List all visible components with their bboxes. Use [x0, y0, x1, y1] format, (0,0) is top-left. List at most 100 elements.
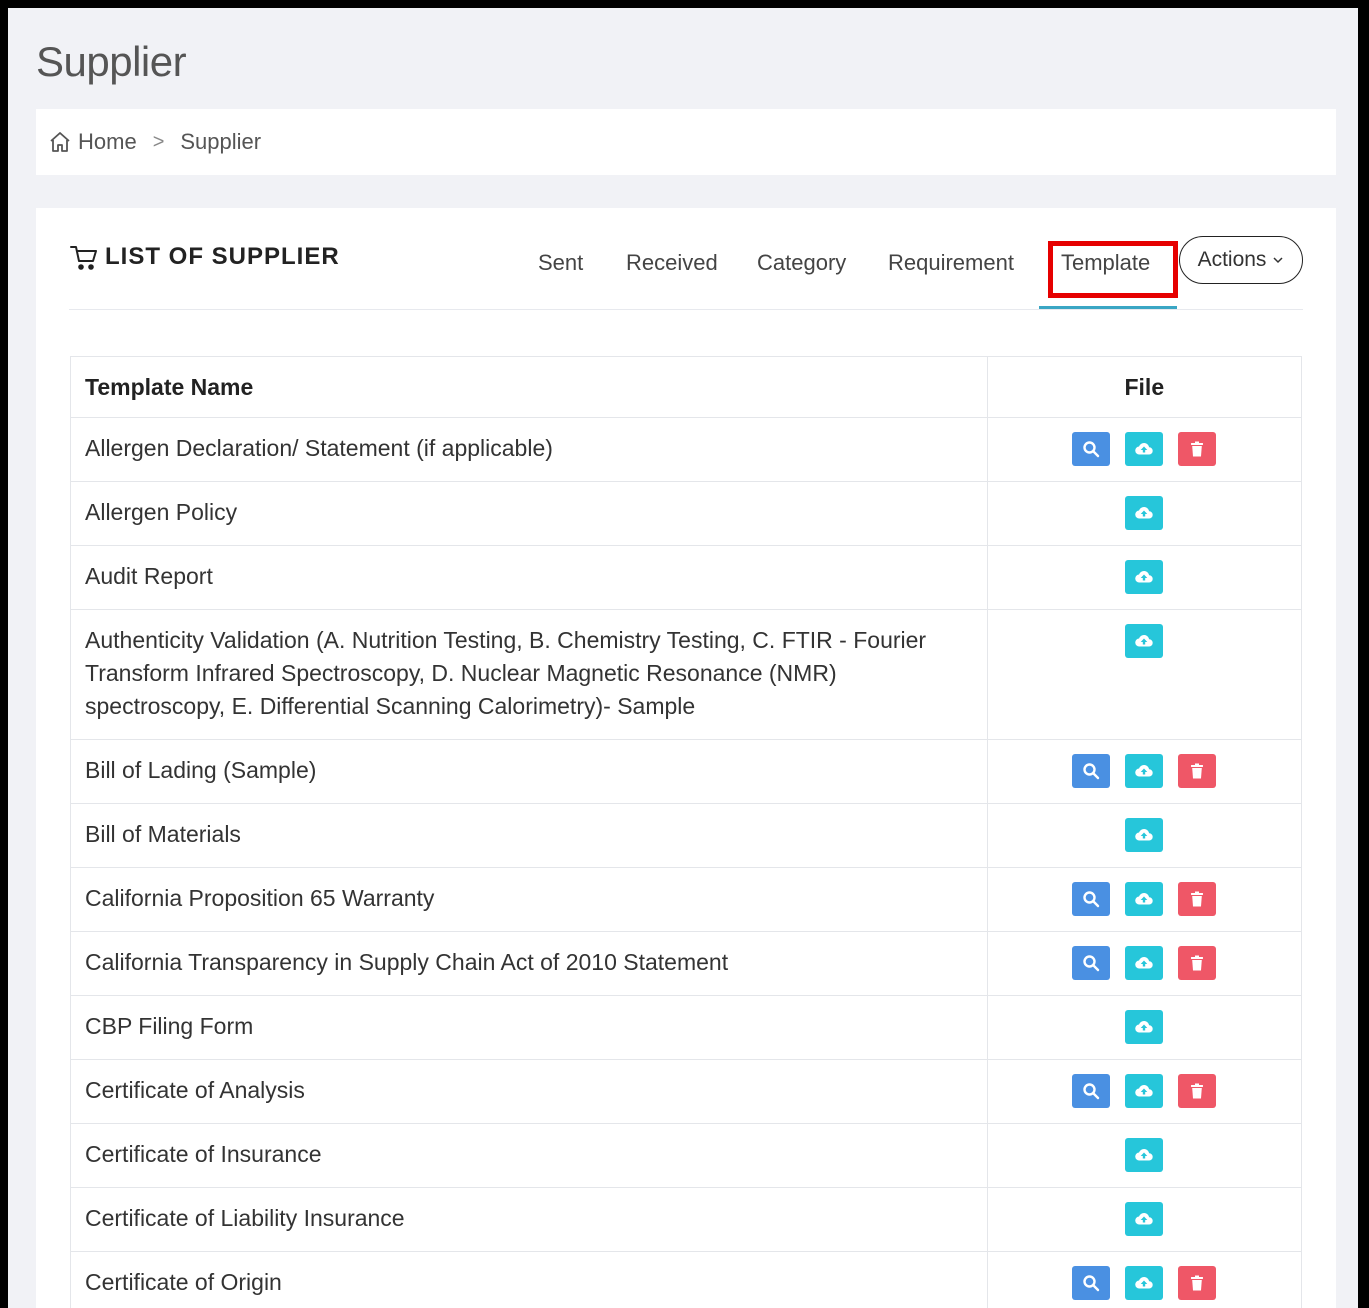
delete-button[interactable] [1178, 882, 1217, 916]
tab-received[interactable]: Received [626, 250, 718, 276]
table-row: Audit Report [70, 545, 1303, 610]
template-name-cell: Certificate of Liability Insurance [70, 1187, 988, 1252]
cloud-upload-icon [1134, 761, 1154, 781]
supplier-card: LIST OF SUPPLIER Sent Received Category … [36, 208, 1336, 1308]
upload-button[interactable] [1125, 1074, 1164, 1108]
file-actions-cell [986, 1251, 1303, 1308]
template-table: Template Name File Allergen Declaration/… [70, 356, 1303, 1308]
trash-icon [1187, 1081, 1207, 1101]
view-button[interactable] [1072, 432, 1111, 466]
cloud-upload-icon [1134, 631, 1154, 651]
table-row: Allergen Declaration/ Statement (if appl… [70, 417, 1303, 482]
cloud-upload-icon [1134, 1273, 1154, 1293]
template-name-cell: California Transparency in Supply Chain … [70, 931, 988, 996]
upload-button[interactable] [1125, 560, 1164, 594]
cloud-upload-icon [1134, 1081, 1154, 1101]
breadcrumb-home-link[interactable]: Home [78, 129, 137, 155]
view-button[interactable] [1072, 1074, 1111, 1108]
column-header-template-name: Template Name [70, 356, 988, 418]
file-button-group [1072, 946, 1217, 980]
trash-icon [1187, 439, 1207, 459]
template-name-cell: Audit Report [70, 545, 988, 610]
file-actions-cell [986, 931, 1303, 996]
template-name-cell: Certificate of Origin [70, 1251, 988, 1308]
card-title: LIST OF SUPPLIER [69, 242, 340, 272]
table-header-row: Template Name File [70, 356, 1303, 418]
trash-icon [1187, 889, 1207, 909]
upload-button[interactable] [1125, 754, 1164, 788]
upload-button[interactable] [1125, 432, 1164, 466]
table-row: Authenticity Validation (A. Nutrition Te… [70, 609, 1303, 740]
trash-icon [1187, 953, 1207, 973]
upload-button[interactable] [1125, 818, 1164, 852]
file-actions-cell [986, 1059, 1303, 1124]
table-row: California Transparency in Supply Chain … [70, 931, 1303, 996]
file-actions-cell [986, 545, 1303, 610]
table-row: Allergen Policy [70, 481, 1303, 546]
upload-button[interactable] [1125, 882, 1164, 916]
delete-button[interactable] [1178, 432, 1217, 466]
tab-sent[interactable]: Sent [538, 250, 583, 276]
tab-requirement[interactable]: Requirement [888, 250, 1014, 276]
upload-button[interactable] [1125, 946, 1164, 980]
search-icon [1081, 761, 1101, 781]
delete-button[interactable] [1178, 1074, 1217, 1108]
file-button-group [1072, 432, 1217, 466]
active-tab-indicator [1039, 306, 1177, 309]
upload-button[interactable] [1125, 1138, 1164, 1172]
template-name-cell: Certificate of Analysis [70, 1059, 988, 1124]
table-body: Allergen Declaration/ Statement (if appl… [70, 417, 1303, 1308]
table-row: California Proposition 65 Warranty [70, 867, 1303, 932]
delete-button[interactable] [1178, 754, 1217, 788]
table-row: Certificate of Origin [70, 1251, 1303, 1308]
view-button[interactable] [1072, 946, 1111, 980]
card-header: LIST OF SUPPLIER Sent Received Category … [69, 208, 1303, 310]
template-name-cell: Authenticity Validation (A. Nutrition Te… [70, 609, 988, 740]
cloud-upload-icon [1134, 439, 1154, 459]
cloud-upload-icon [1134, 503, 1154, 523]
template-name-cell: Allergen Policy [70, 481, 988, 546]
upload-button[interactable] [1125, 1266, 1164, 1300]
file-actions-cell [986, 995, 1303, 1060]
table-row: Certificate of Insurance [70, 1123, 1303, 1188]
delete-button[interactable] [1178, 946, 1217, 980]
tab-category[interactable]: Category [757, 250, 846, 276]
upload-button[interactable] [1125, 624, 1164, 658]
view-button[interactable] [1072, 1266, 1111, 1300]
view-button[interactable] [1072, 882, 1111, 916]
file-button-group [1125, 818, 1164, 852]
breadcrumb: Home > Supplier [36, 109, 1336, 175]
upload-button[interactable] [1125, 496, 1164, 530]
breadcrumb-current: Supplier [180, 129, 262, 154]
file-button-group [1072, 1074, 1217, 1108]
file-actions-cell [986, 1187, 1303, 1252]
cloud-upload-icon [1134, 1209, 1154, 1229]
upload-button[interactable] [1125, 1010, 1164, 1044]
cart-icon [69, 242, 99, 272]
file-button-group [1072, 882, 1217, 916]
table-row: Bill of Materials [70, 803, 1303, 868]
file-actions-cell [986, 867, 1303, 932]
template-name-cell: Allergen Declaration/ Statement (if appl… [70, 417, 988, 482]
chevron-down-icon [1272, 248, 1284, 272]
file-button-group [1125, 1138, 1164, 1172]
file-actions-cell [986, 481, 1303, 546]
upload-button[interactable] [1125, 1202, 1164, 1236]
app-frame: Supplier Home > Supplier LIST OF SUPPLIE… [8, 8, 1358, 1308]
template-name-cell: CBP Filing Form [70, 995, 988, 1060]
file-actions-cell [986, 1123, 1303, 1188]
table-row: Certificate of Analysis [70, 1059, 1303, 1124]
file-button-group [1125, 1202, 1164, 1236]
file-button-group [1072, 1266, 1217, 1300]
column-header-file: File [986, 356, 1303, 418]
actions-dropdown-button[interactable]: Actions [1179, 236, 1303, 284]
card-title-text: LIST OF SUPPLIER [105, 243, 340, 270]
file-button-group [1072, 754, 1217, 788]
trash-icon [1187, 1273, 1207, 1293]
search-icon [1081, 1081, 1101, 1101]
view-button[interactable] [1072, 754, 1111, 788]
home-icon[interactable] [48, 130, 72, 154]
file-actions-cell [986, 609, 1303, 740]
delete-button[interactable] [1178, 1266, 1217, 1300]
page-title: Supplier [36, 38, 187, 85]
